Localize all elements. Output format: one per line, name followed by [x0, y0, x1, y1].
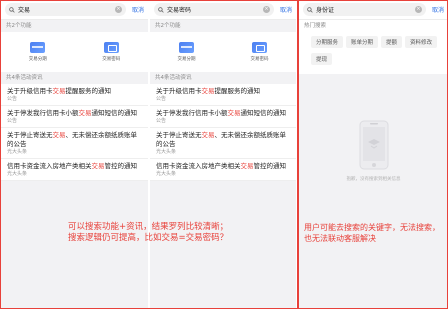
highlight-frame-right	[298, 0, 448, 309]
annotation-right: 用户可能去搜索的关键字，无法搜索， 也无法联动客服解决	[304, 223, 440, 243]
annotation-left: 可以搜索功能+资讯，结果罗列比较清晰； 搜索逻辑仍可提高，比如交易=交易密码？	[68, 222, 229, 243]
highlight-frame-left	[0, 0, 298, 309]
comparison-canvas: 交易 × 取消 共2个功能 交易分期 交易密码 共4条活动资讯 关于升级信用卡交…	[0, 0, 448, 309]
